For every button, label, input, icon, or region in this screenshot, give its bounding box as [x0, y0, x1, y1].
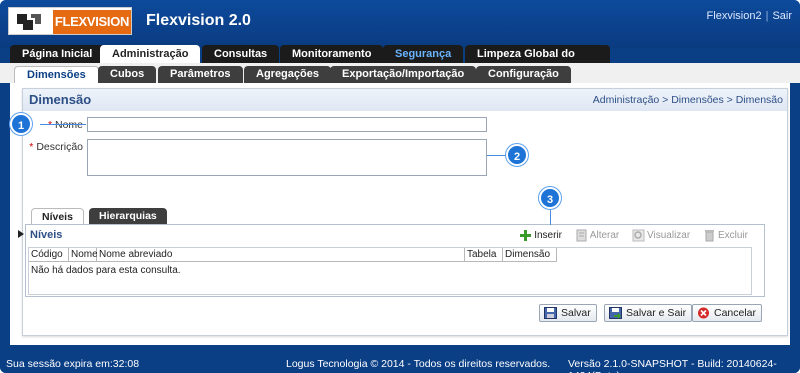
app-header: FLEXVISION Flexvision 2.0 Flexvision2 | Sa… [0, 0, 800, 48]
niveis-grid-panel: Níveis Inserir Alterar Visualizar Exclui… [25, 224, 765, 297]
insert-label: Inserir [534, 230, 563, 242]
panel-header: Dimensão Administração > Dimensões > Dim… [23, 89, 787, 111]
tab-limpeza-cache[interactable]: Limpeza Global do Cache [465, 45, 610, 78]
view-button[interactable]: Visualizar [632, 229, 690, 242]
view-label: Visualizar [647, 230, 691, 242]
delete-label: Excluir [717, 230, 748, 242]
nome-label-text: Nome [54, 119, 83, 131]
cancel-button[interactable]: Cancelar [692, 304, 763, 322]
nome-label: * Nome [31, 119, 83, 131]
tab-monitoramento[interactable]: Monitoramento [280, 45, 384, 63]
grid-toolbar: Inserir Alterar Visualizar Excluir [509, 229, 748, 242]
niveis-table: Código Nome Nome abreviado Tabela Dimens… [28, 247, 752, 295]
column-header[interactable]: Nome [69, 248, 98, 262]
column-header[interactable]: Código [29, 248, 69, 262]
callout-badge-1: 1 [10, 113, 32, 135]
logo-mark-icon [11, 10, 49, 34]
subtab-configuracao[interactable]: Configuração [476, 66, 571, 83]
sub-tab-bar: Dimensões Cubos Parâmetros Agregações Ex… [0, 63, 800, 83]
required-mark: * [47, 119, 53, 131]
callout-line [487, 155, 507, 156]
save-button[interactable]: Salvar [539, 304, 597, 322]
logo: FLEXVISION [8, 7, 132, 35]
edit-icon [576, 229, 587, 242]
save-exit-icon [609, 307, 622, 319]
trash-icon [704, 230, 714, 242]
app-title: Flexvision 2.0 [146, 12, 251, 29]
copyright-text: Logus Tecnologia © 2014 - Todos os direi… [286, 358, 551, 370]
save-label: Salvar [561, 307, 591, 319]
tab-seguranca[interactable]: Segurança [383, 45, 464, 63]
column-header[interactable]: Nome abreviado [97, 248, 465, 262]
tab-pagina-inicial[interactable]: Página Inicial [10, 45, 105, 63]
dimension-panel: Dimensão Administração > Dimensões > Dim… [22, 88, 788, 336]
descricao-label-text: Descrição [36, 141, 83, 153]
user-name-link[interactable]: Flexvision2 [707, 10, 762, 22]
main-tabs: Página Inicial Administração Consultas M… [10, 45, 610, 78]
subtab-exportacao-importacao[interactable]: Exportação/Importação [330, 66, 477, 83]
subtab-dimensoes[interactable]: Dimensões [14, 66, 99, 83]
action-buttons: Salvar Salvar e Sair Cancelar [539, 304, 769, 322]
cancel-icon [698, 307, 709, 319]
user-links: Flexvision2 | Sair [707, 10, 792, 22]
callout-line [40, 124, 86, 125]
empty-message: Não há dados para esta consulta. [31, 265, 181, 276]
breadcrumb: Administração > Dimensões > Dimensão [592, 94, 783, 106]
plus-icon [520, 230, 532, 241]
required-mark: * [29, 141, 34, 153]
subtab-parametros[interactable]: Parâmetros [158, 66, 243, 83]
status-bar: Sua sessão expira em:32:08 Logus Tecnolo… [0, 355, 800, 373]
save-exit-label: Salvar e Sair [626, 307, 687, 319]
column-header[interactable]: Dimensão [503, 248, 557, 262]
expand-arrow-icon[interactable] [18, 228, 24, 240]
edit-button[interactable]: Alterar [575, 229, 619, 242]
session-timer: Sua sessão expira em:32:08 [6, 358, 140, 370]
logout-link[interactable]: Sair [772, 10, 792, 22]
descricao-textarea[interactable] [87, 139, 487, 176]
floppy-icon [544, 307, 557, 319]
subtab-agregacoes[interactable]: Agregações [244, 66, 331, 83]
separator: | [765, 10, 769, 22]
save-exit-button[interactable]: Salvar e Sair [604, 304, 693, 322]
nome-input[interactable] [87, 117, 487, 132]
app-window: FLEXVISION Flexvision 2.0 Flexvision2 | Sa… [0, 0, 800, 373]
table-header: Código Nome Nome abreviado Tabela Dimens… [29, 248, 569, 262]
inner-tabs: Níveis Hierarquias [31, 208, 231, 224]
magnifier-icon [632, 229, 645, 242]
insert-button[interactable]: Inserir [519, 229, 562, 242]
descricao-label: * Descrição [25, 141, 83, 153]
edit-label: Alterar [589, 230, 620, 242]
delete-button[interactable]: Excluir [703, 229, 748, 242]
tab-niveis[interactable]: Níveis [31, 208, 84, 224]
callout-badge-2: 2 [506, 144, 528, 166]
subtab-cubos[interactable]: Cubos [98, 66, 157, 83]
tab-consultas[interactable]: Consultas [202, 45, 280, 63]
tab-administracao[interactable]: Administração [100, 45, 201, 63]
cancel-label: Cancelar [714, 307, 757, 319]
main-content: Dimensão Administração > Dimensões > Dim… [10, 83, 790, 345]
page-title: Dimensão [29, 92, 92, 107]
tab-hierarquias[interactable]: Hierarquias [89, 208, 167, 224]
grid-title: Níveis [30, 229, 63, 241]
logo-text: FLEXVISION [53, 10, 131, 34]
column-header[interactable]: Tabela [465, 248, 503, 262]
version-text: Versão 2.1.0-SNAPSHOT - Build: 20140624-… [568, 358, 777, 373]
callout-badge-3: 3 [539, 187, 561, 209]
